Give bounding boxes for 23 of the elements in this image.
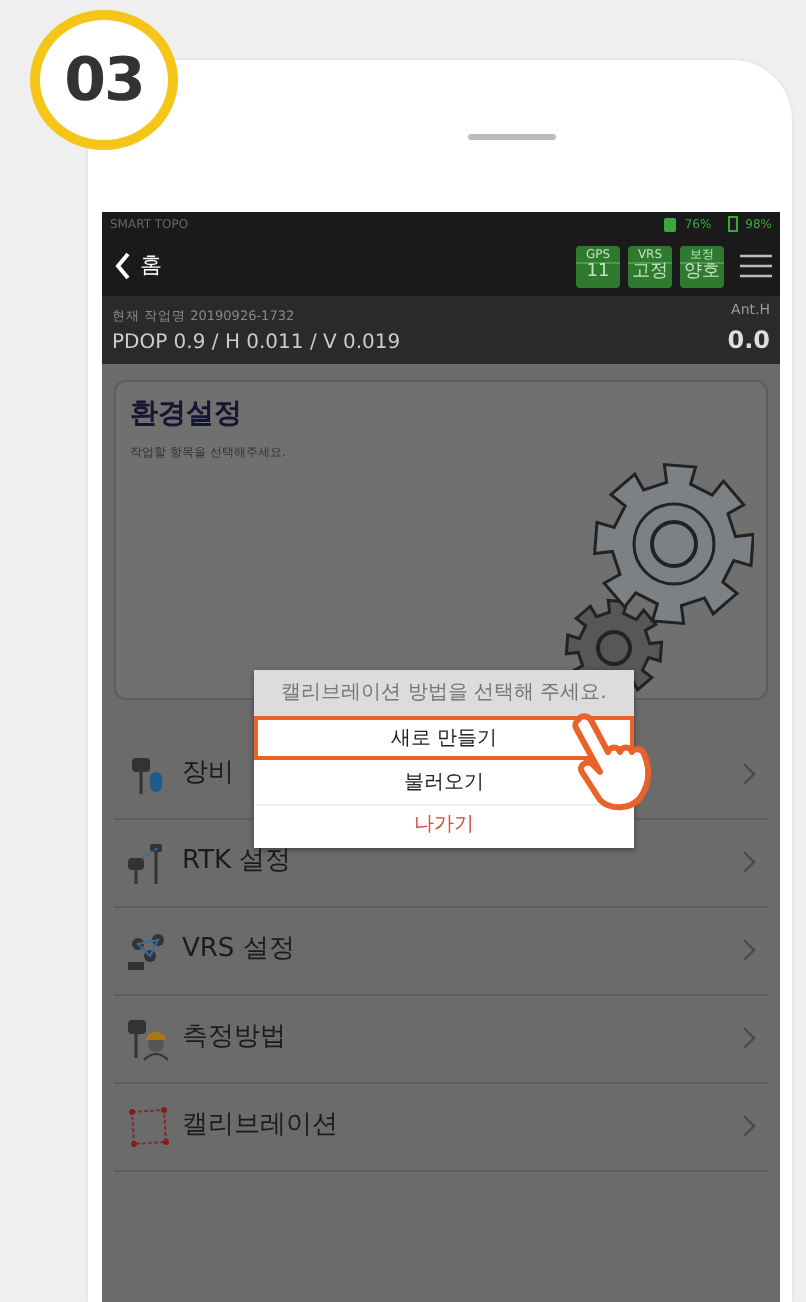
precision-readout: PDOP 0.9 / H 0.011 / V 0.019 xyxy=(112,329,403,357)
antenna-height-value: 0.0 xyxy=(727,323,770,357)
chevron-icon xyxy=(742,938,756,962)
dialog-title: 캘리브레이션 방법을 선택해 주세요. xyxy=(254,670,634,716)
menu-item[interactable]: VRS 설정 xyxy=(114,907,768,995)
chevron-icon xyxy=(742,762,756,786)
dialog-option[interactable]: 나가기 xyxy=(254,804,634,848)
settings-title: 환경설정 xyxy=(130,395,244,433)
chevron-icon xyxy=(742,1114,756,1138)
back-icon xyxy=(114,252,132,280)
calibration-icon xyxy=(126,1103,170,1149)
chevron-icon xyxy=(742,850,756,874)
menu-item[interactable]: 캘리브레이션 xyxy=(114,1083,768,1171)
signal-icon xyxy=(664,217,677,231)
drag-handle xyxy=(468,134,556,140)
battery-icon xyxy=(727,216,738,232)
menu-item[interactable]: 측정방법 xyxy=(114,995,768,1083)
surveyor-icon xyxy=(126,1015,170,1061)
menu-icon[interactable] xyxy=(740,254,772,278)
back-button[interactable]: 홈 xyxy=(114,249,162,283)
step-number-badge: 03 xyxy=(30,10,178,150)
chevron-icon xyxy=(742,1026,756,1050)
dialog-option[interactable]: 새로 만들기 xyxy=(254,716,634,760)
